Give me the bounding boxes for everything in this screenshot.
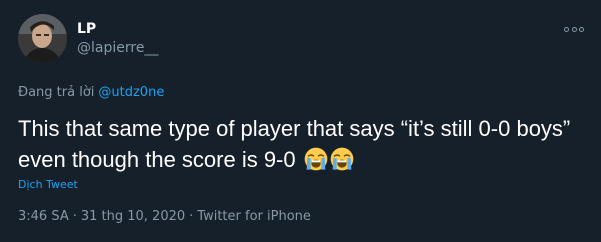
more-options-icon[interactable] (564, 22, 584, 36)
tweet-time[interactable]: 3:46 SA (18, 209, 69, 224)
replying-to: Đang trả lời @utdz0ne (18, 84, 164, 101)
avatar[interactable] (18, 14, 67, 63)
tweet-metadata: 3:46 SA · 31 thg 10, 2020 · Twitter for iPho… (18, 208, 311, 225)
loudly-crying-face-icon (330, 147, 354, 171)
avatar-photo-icon (18, 14, 67, 63)
tweet-text: This that same type of player that says … (18, 113, 578, 175)
meta-separator: · (189, 209, 194, 224)
replying-to-label: Đang trả lời (18, 85, 95, 100)
meta-separator: · (72, 209, 77, 224)
translate-tweet-link[interactable]: Dịch Tweet (18, 178, 78, 192)
loudly-crying-face-icon (304, 147, 328, 171)
tweet-date[interactable]: 31 thg 10, 2020 (81, 209, 185, 224)
display-name[interactable]: LP (77, 20, 96, 38)
tweet-body: This that same type of player that says … (18, 116, 571, 172)
tweet-source[interactable]: Twitter for iPhone (197, 209, 311, 224)
tweet-card: LP @lapierre__ Đang trả lời @utdz0ne This… (0, 0, 601, 242)
replying-to-link[interactable]: @utdz0ne (98, 85, 164, 100)
user-handle[interactable]: @lapierre__ (77, 39, 158, 57)
